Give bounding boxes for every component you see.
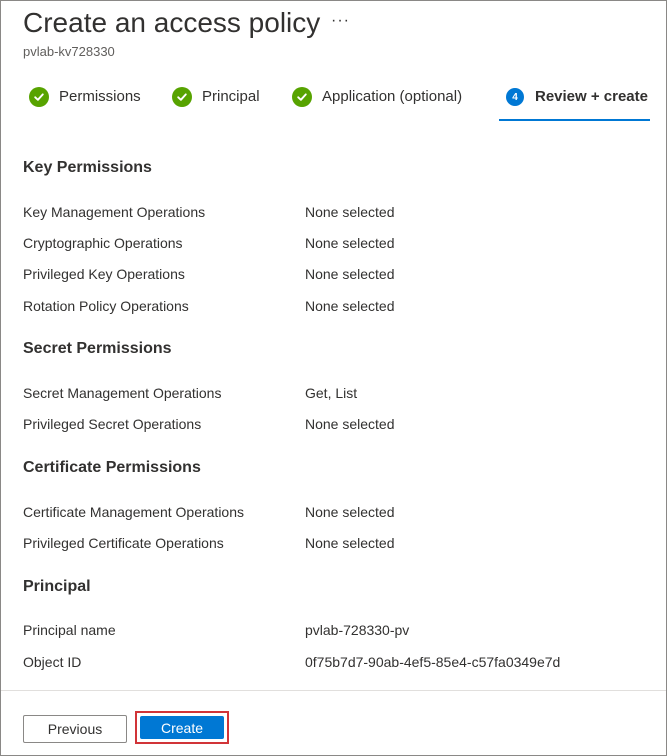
tab-permissions[interactable]: Permissions [29,87,141,121]
previous-button[interactable]: Previous [23,715,127,743]
tab-label: Review + create [535,88,648,105]
access-policy-blade: Create an access policy ··· pvlab-kv7283… [0,0,667,756]
row-label: Privileged Key Operations [23,266,185,282]
row-value: None selected [305,298,395,314]
row-value: pvlab-728330-pv [305,622,410,638]
section-title-certificate-permissions: Certificate Permissions [23,459,201,476]
tab-label: Principal [202,88,260,105]
page-subtitle: pvlab-kv728330 [23,44,115,59]
row-value: 0f75b7d7-90ab-4ef5-85e4-c57fa0349e7d [305,654,561,670]
row-label: Cryptographic Operations [23,235,183,251]
tab-principal[interactable]: Principal [172,87,260,121]
tab-application[interactable]: Application (optional) [292,87,462,121]
row-label: Privileged Secret Operations [23,416,202,432]
checkmark-circle-icon [29,87,49,107]
row-value: None selected [305,266,395,282]
row-value: None selected [305,416,395,432]
wizard-tabs: Permissions Principal Application (optio… [23,87,663,121]
tab-label: Permissions [59,88,141,105]
section-title-principal: Principal [23,578,91,595]
checkmark-circle-icon [292,87,312,107]
row-value: None selected [305,504,395,520]
row-value: None selected [305,235,395,251]
footer-divider [1,690,666,691]
row-label: Certificate Management Operations [23,504,244,520]
row-label: Rotation Policy Operations [23,298,189,314]
tab-review-create[interactable]: 4 Review + create [499,87,650,121]
row-value: Get, List [305,385,358,401]
row-value: None selected [305,204,395,220]
tab-label: Application (optional) [322,88,463,105]
row-label: Secret Management Operations [23,385,222,401]
create-button-highlight: Create [135,711,229,744]
more-options-icon[interactable]: ··· [331,13,350,29]
page-title: Create an access policy [23,7,321,38]
row-label: Privileged Certificate Operations [23,535,224,551]
step-number-badge: 4 [506,88,524,106]
row-label: Principal name [23,622,116,638]
row-label: Object ID [23,654,82,670]
checkmark-circle-icon [172,87,192,107]
row-value: None selected [305,535,395,551]
row-label: Key Management Operations [23,204,206,220]
section-title-key-permissions: Key Permissions [23,159,152,176]
section-title-secret-permissions: Secret Permissions [23,340,172,357]
create-button[interactable]: Create [140,716,224,739]
